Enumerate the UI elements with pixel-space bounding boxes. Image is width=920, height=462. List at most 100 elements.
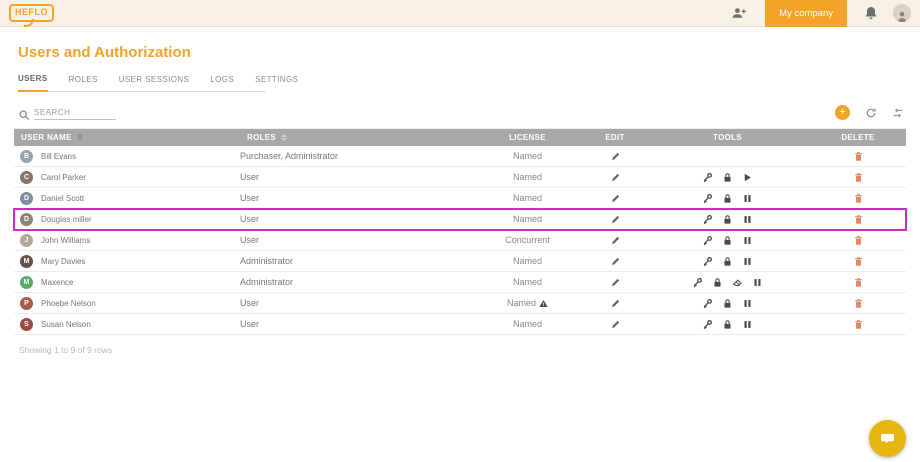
- heflo-logo[interactable]: HEFLO: [9, 4, 54, 22]
- pause-button[interactable]: [742, 235, 753, 246]
- trash-icon: [853, 298, 864, 309]
- eraser-button[interactable]: [732, 277, 743, 288]
- key-button[interactable]: [702, 319, 713, 330]
- edit-button[interactable]: [610, 277, 621, 288]
- edit-button[interactable]: [610, 151, 621, 162]
- edit-button[interactable]: [610, 235, 621, 246]
- tab-user-sessions[interactable]: USER SESSIONS: [119, 71, 190, 91]
- pencil-icon: [610, 298, 621, 309]
- key-button[interactable]: [702, 172, 713, 183]
- delete-button[interactable]: [853, 151, 864, 162]
- pause-button[interactable]: [742, 298, 753, 309]
- table-header: USER NAME ROLES LICENSE EDIT TOOLS DELET…: [14, 129, 906, 146]
- key-icon: [702, 193, 713, 204]
- trash-icon: [853, 319, 864, 330]
- tools-cell: [645, 214, 810, 225]
- logo-text: HEFLO: [15, 7, 48, 17]
- delete-button[interactable]: [853, 193, 864, 204]
- pause-button[interactable]: [742, 256, 753, 267]
- table-row[interactable]: J John Williams User Concurrent: [14, 230, 906, 251]
- table-row-highlighted[interactable]: D Douglas miller User Named: [14, 209, 906, 230]
- lock-button[interactable]: [722, 193, 733, 204]
- toggle-view-button[interactable]: [892, 107, 904, 119]
- toggle-view-icon: [892, 107, 904, 119]
- lock-button[interactable]: [722, 235, 733, 246]
- column-label: EDIT: [605, 133, 624, 142]
- trash-icon: [853, 151, 864, 162]
- delete-button[interactable]: [853, 277, 864, 288]
- table-row[interactable]: S Susan Nelson User Named: [14, 314, 906, 335]
- play-button[interactable]: [742, 172, 753, 183]
- edit-button[interactable]: [610, 172, 621, 183]
- license-value: Named: [513, 256, 542, 266]
- edit-button[interactable]: [610, 214, 621, 225]
- table-row[interactable]: M Mary Davies Administrator Named: [14, 251, 906, 272]
- delete-button[interactable]: [853, 214, 864, 225]
- table-row[interactable]: D Daniel Scott User Named: [14, 188, 906, 209]
- table-row[interactable]: P Phoebe Nelson User Named: [14, 293, 906, 314]
- bell-icon: [863, 5, 879, 21]
- column-header-tools: TOOLS: [645, 133, 810, 142]
- lock-button[interactable]: [712, 277, 723, 288]
- key-button[interactable]: [702, 214, 713, 225]
- chat-support-button[interactable]: [869, 420, 906, 457]
- tab-settings[interactable]: SETTINGS: [255, 71, 298, 91]
- user-name: Mary Davies: [41, 257, 85, 266]
- avatar: M: [20, 276, 33, 289]
- column-header-roles[interactable]: ROLES: [240, 133, 470, 142]
- pause-button[interactable]: [742, 319, 753, 330]
- lock-icon: [722, 298, 733, 309]
- key-button[interactable]: [702, 298, 713, 309]
- user-avatar[interactable]: [893, 4, 911, 22]
- avatar: D: [20, 192, 33, 205]
- edit-button[interactable]: [610, 256, 621, 267]
- key-button[interactable]: [702, 256, 713, 267]
- delete-button[interactable]: [853, 256, 864, 267]
- pause-button[interactable]: [752, 277, 763, 288]
- column-header-user-name[interactable]: USER NAME: [14, 133, 240, 142]
- edit-button[interactable]: [610, 298, 621, 309]
- trash-icon: [853, 277, 864, 288]
- key-icon: [702, 319, 713, 330]
- delete-button[interactable]: [853, 235, 864, 246]
- delete-button[interactable]: [853, 298, 864, 309]
- column-label: TOOLS: [713, 133, 742, 142]
- tab-logs[interactable]: LOGS: [210, 71, 234, 91]
- tab-roles[interactable]: ROLES: [69, 71, 98, 91]
- pause-icon: [742, 256, 753, 267]
- pause-button[interactable]: [742, 214, 753, 225]
- notifications-button[interactable]: [863, 5, 879, 21]
- pencil-icon: [610, 193, 621, 204]
- invite-user-button[interactable]: [731, 5, 747, 21]
- delete-button[interactable]: [853, 319, 864, 330]
- my-company-button[interactable]: My company: [765, 0, 847, 27]
- lock-button[interactable]: [722, 172, 733, 183]
- table-row[interactable]: B Bill Evans Purchaser, Administrator Na…: [14, 146, 906, 167]
- tools-cell: [645, 298, 810, 309]
- license-value: Named: [513, 319, 542, 329]
- pencil-icon: [610, 172, 621, 183]
- lock-icon: [722, 172, 733, 183]
- pause-button[interactable]: [742, 193, 753, 204]
- tab-users[interactable]: USERS: [18, 71, 48, 92]
- key-icon: [692, 277, 703, 288]
- users-table: USER NAME ROLES LICENSE EDIT TOOLS DELET…: [14, 128, 906, 335]
- lock-button[interactable]: [722, 319, 733, 330]
- key-button[interactable]: [692, 277, 703, 288]
- delete-button[interactable]: [853, 172, 864, 183]
- pencil-icon: [610, 151, 621, 162]
- table-row[interactable]: M Maxence Administrator Named: [14, 272, 906, 293]
- add-user-button[interactable]: +: [835, 105, 850, 120]
- lock-button[interactable]: [722, 298, 733, 309]
- edit-button[interactable]: [610, 193, 621, 204]
- edit-button[interactable]: [610, 319, 621, 330]
- lock-button[interactable]: [722, 214, 733, 225]
- key-button[interactable]: [702, 235, 713, 246]
- lock-button[interactable]: [722, 256, 733, 267]
- table-row[interactable]: C Carol Parker User Named: [14, 167, 906, 188]
- key-button[interactable]: [702, 193, 713, 204]
- avatar: J: [20, 234, 33, 247]
- column-label: DELETE: [841, 133, 874, 142]
- refresh-button[interactable]: [865, 107, 877, 119]
- search-input[interactable]: [34, 106, 116, 120]
